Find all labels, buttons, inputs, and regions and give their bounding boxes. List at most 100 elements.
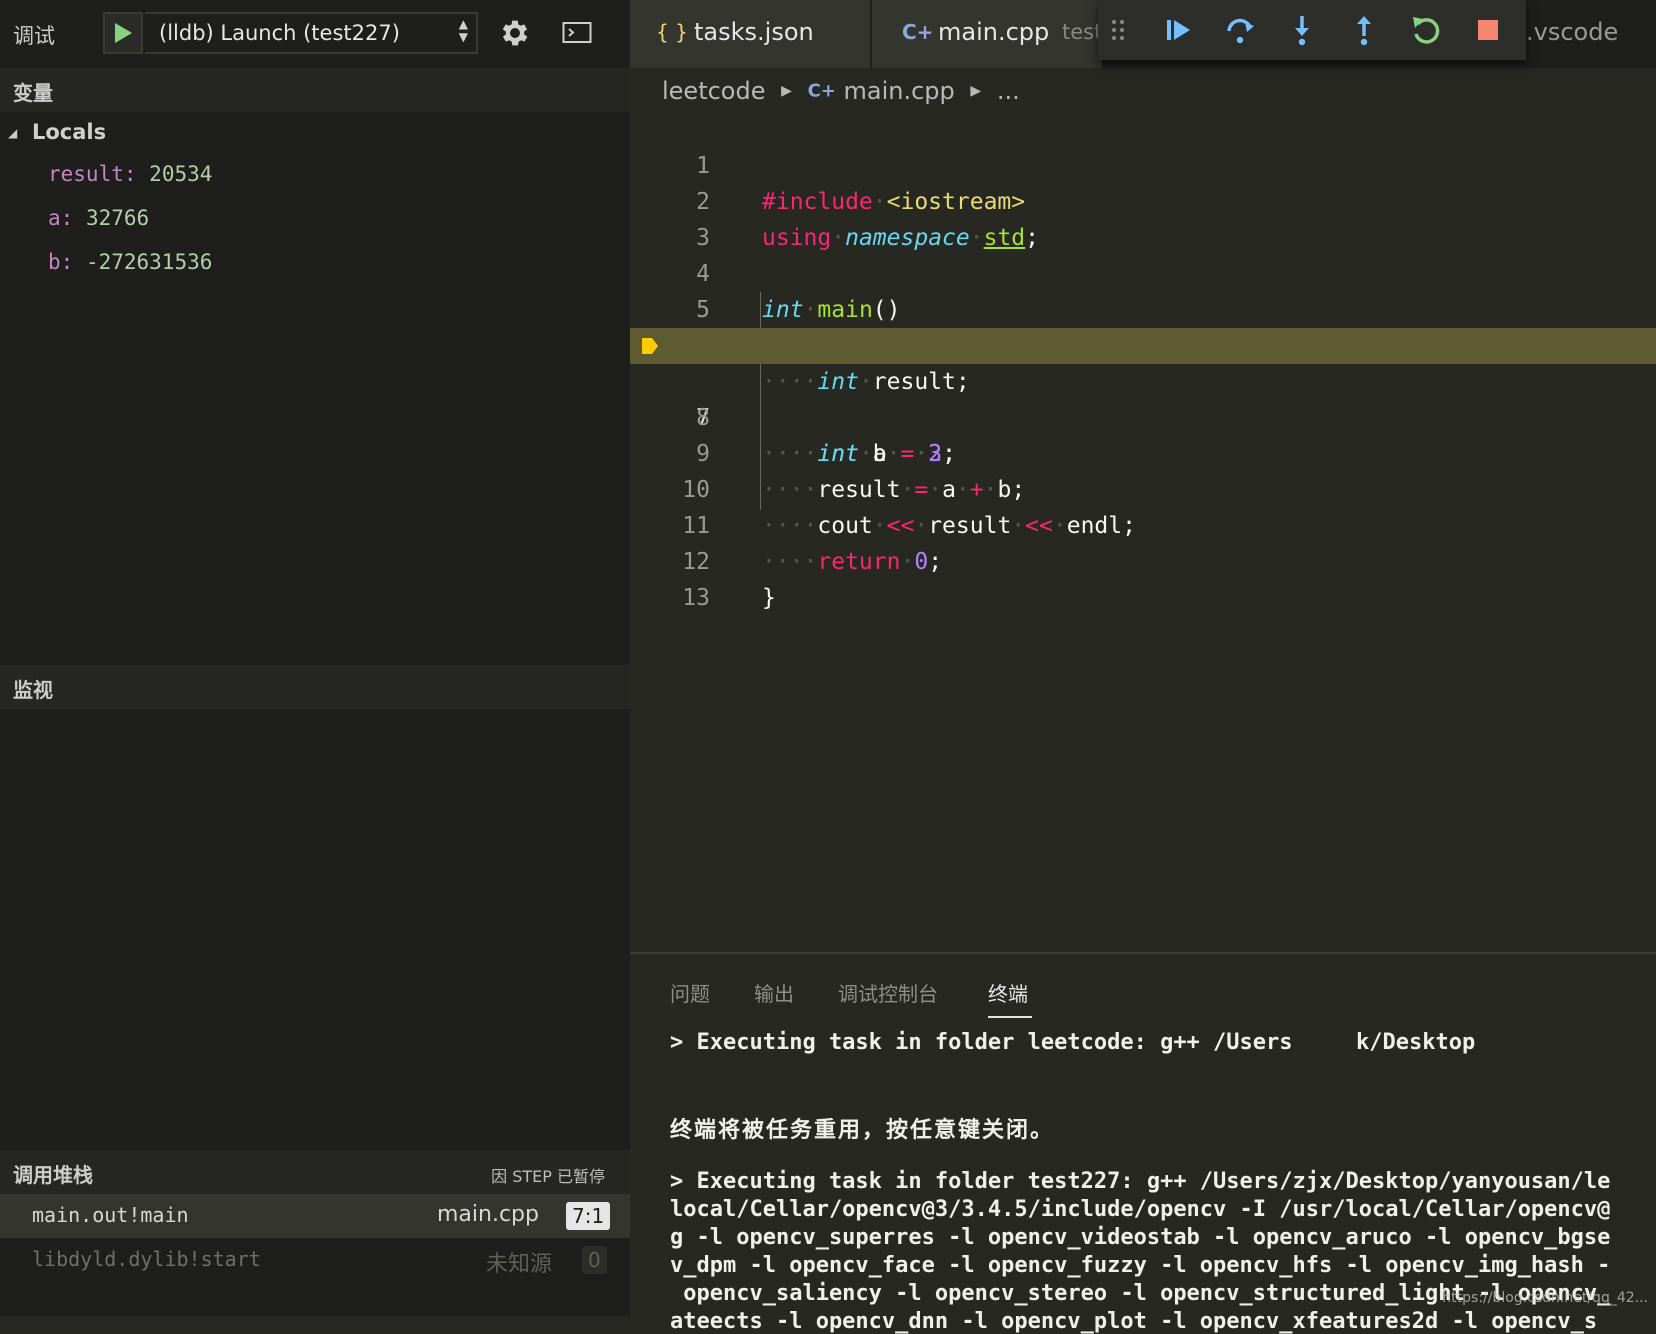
launch-config-select[interactable]: (lldb) Launch (test227) ▲ ▼ (145, 12, 478, 54)
variables-section-header[interactable]: 变量 (0, 68, 630, 112)
drag-handle[interactable] (1100, 12, 1136, 48)
bottom-panel: 问题 输出 调试控制台 终端 > Executing task in folde… (630, 952, 1656, 1334)
tab-debug-console[interactable]: 调试控制台 (838, 978, 938, 1007)
breadcrumb: leetcode ▶ C+ main.cpp ▶ ... (662, 76, 1020, 105)
code-line[interactable]: 1 #include·<iostream> (630, 112, 1656, 215)
terminal-line: > Executing task in folder test227: g++ … (670, 1169, 1611, 1194)
stack-frame-file: main.cpp (437, 1202, 539, 1227)
callstack-title: 调用堆栈 (13, 1163, 93, 1187)
code-editor[interactable]: 1 #include·<iostream> 2 using·namespace·… (630, 112, 1656, 611)
tab-label: .vscode (1526, 18, 1619, 46)
callstack-section-header[interactable]: 调用堆栈 因 STEP 已暂停 (0, 1150, 630, 1194)
editor-area: { } tasks.json C+ main.cpp test .vscode … (630, 0, 1656, 1334)
step-out-button[interactable] (1346, 12, 1382, 48)
breadcrumb-file[interactable]: main.cpp (844, 77, 955, 105)
stack-frame-position: 7:1 (566, 1202, 611, 1230)
terminal-line: local/Cellar/opencv@3/3.4.5/include/open… (670, 1197, 1611, 1222)
json-icon: { } (656, 20, 688, 44)
terminal-line: ateects -l opencv_dnn -l opencv_plot -l … (670, 1309, 1598, 1334)
current-execution-line[interactable]: 7 ····int·a·=·2; (630, 328, 1656, 467)
variable-row[interactable]: result: 20534 (48, 162, 212, 186)
debug-console-icon[interactable] (562, 20, 592, 46)
watermark: https://blog.csdn.net/qq_42... (1442, 1290, 1648, 1306)
code-line[interactable]: 11 ····return·0; (630, 472, 1656, 575)
continue-icon (1167, 20, 1190, 40)
debug-toolbar-top: 调试 (lldb) Launch (test227) ▲ ▼ (0, 0, 630, 68)
variable-row[interactable]: a: 32766 (48, 206, 149, 230)
cpp-icon: C+ (807, 80, 836, 102)
variable-value: 20534 (149, 162, 213, 186)
step-into-icon (1295, 16, 1309, 46)
step-out-icon (1357, 16, 1371, 46)
stack-frame-function: main.out!main (32, 1203, 189, 1227)
terminal-line: g -l opencv_superres -l opencv_videostab… (670, 1225, 1611, 1250)
stack-frame[interactable]: libdyld.dylib!start 未知源 0 (0, 1238, 630, 1282)
continue-button[interactable] (1160, 12, 1196, 48)
cpp-icon: C+ (902, 20, 934, 44)
start-debugging-button[interactable] (103, 12, 143, 54)
terminal-line: 终端将被任务重用，按任意键关闭。 (670, 1118, 1055, 1143)
breadcrumb-folder[interactable]: leetcode (662, 77, 766, 105)
stack-frame-position: 0 (582, 1246, 607, 1274)
code-line[interactable]: 10 ····cout·<<·result·<<·endl; (630, 436, 1656, 539)
select-arrows-icon: ▲ ▼ (458, 17, 468, 44)
stop-button[interactable] (1470, 12, 1506, 48)
tab-terminal[interactable]: 终端 (988, 978, 1028, 1007)
variable-name: result: (48, 162, 137, 186)
watch-title: 监视 (13, 678, 53, 702)
code-line[interactable]: 3 (630, 184, 1656, 251)
pause-reason: 因 STEP 已暂停 (491, 1167, 605, 1186)
terminal-line: > Executing task in folder leetcode: g++… (670, 1030, 1293, 1055)
variables-title: 变量 (13, 81, 53, 105)
step-over-button[interactable] (1222, 12, 1258, 48)
debug-sidebar: 调试 (lldb) Launch (test227) ▲ ▼ 变量 ◢ Local… (0, 0, 630, 1316)
code-line[interactable]: 9 ····result·=·a·+·b; (630, 400, 1656, 503)
variable-name: a: (48, 206, 74, 230)
code-line[interactable]: 5 { (630, 256, 1656, 359)
code-line[interactable]: 12 } (630, 508, 1656, 611)
gear-icon[interactable] (498, 16, 532, 50)
code-line[interactable]: 13 (630, 544, 1656, 611)
code-line[interactable]: 6 ····int·result; (630, 292, 1656, 395)
stack-frame[interactable]: main.out!main main.cpp 7:1 (0, 1194, 630, 1238)
restart-icon (1413, 17, 1440, 44)
launch-config-label: (lldb) Launch (test227) (159, 21, 400, 45)
debug-title: 调试 (13, 24, 55, 48)
terminal-line: v_dpm -l opencv_face -l opencv_fuzzy -l … (670, 1253, 1611, 1278)
watch-section-header[interactable]: 监视 (0, 665, 630, 709)
code-line[interactable]: 2 using·namespace·std; (630, 148, 1656, 251)
tab-label: tasks.json (694, 18, 814, 46)
tab-label: main.cpp (938, 18, 1050, 46)
stack-frame-file: 未知源 (486, 1252, 553, 1277)
stack-frame-function: libdyld.dylib!start (32, 1247, 261, 1271)
variable-value: -272631536 (85, 250, 213, 274)
gripper-icon (1112, 20, 1124, 40)
collapse-icon[interactable]: ◢ (8, 126, 17, 140)
tab-main-cpp[interactable]: C+ main.cpp test (872, 0, 1102, 68)
terminal-line: k/Desktop (1356, 1030, 1476, 1055)
debug-stackframe-arrow-icon (642, 338, 658, 354)
play-icon (115, 23, 132, 43)
tab-description: test (1062, 20, 1103, 44)
code-line[interactable]: 8 ····int·b·=·3; (630, 364, 1656, 467)
active-tab-indicator (988, 1016, 1032, 1018)
code-line[interactable]: 4 int·main() (630, 220, 1656, 323)
tab-output[interactable]: 输出 (754, 978, 794, 1007)
variable-value: 32766 (85, 206, 150, 230)
floating-debug-toolbar (1098, 0, 1526, 60)
chevron-right-icon: ▶ (781, 83, 792, 99)
restart-button[interactable] (1408, 12, 1444, 48)
stop-icon (1478, 20, 1498, 40)
line-number: 13 (682, 585, 710, 611)
step-over-icon (1227, 18, 1254, 44)
locals-scope-label[interactable]: Locals (32, 120, 106, 144)
tab-tasks-json[interactable]: { } tasks.json (630, 0, 870, 68)
code-text: } (762, 585, 776, 611)
step-into-button[interactable] (1284, 12, 1320, 48)
tab-vscode[interactable]: .vscode (1526, 0, 1656, 68)
variable-row[interactable]: b: -272631536 (48, 250, 212, 274)
chevron-right-icon: ▶ (970, 83, 982, 99)
variable-name: b: (48, 250, 74, 274)
tab-problems[interactable]: 问题 (670, 978, 710, 1007)
breadcrumb-more[interactable]: ... (997, 77, 1020, 105)
